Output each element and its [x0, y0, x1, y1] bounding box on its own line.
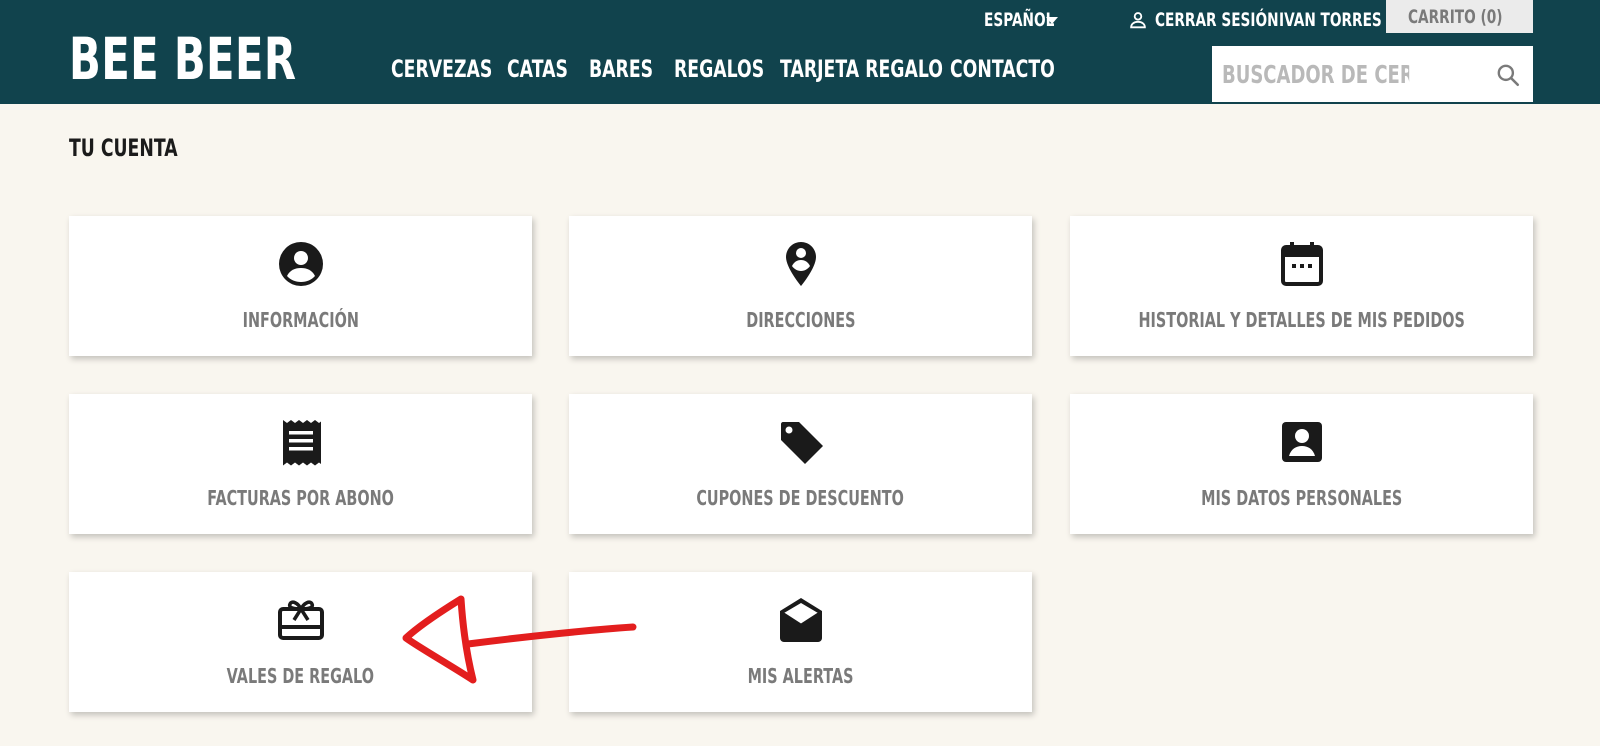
- nav-item-catas[interactable]: CATAS: [507, 55, 568, 83]
- nav-item-cervezas[interactable]: CERVEZAS: [391, 55, 492, 83]
- page-title: TU CUENTA: [69, 134, 178, 162]
- user-icon: [1130, 12, 1146, 29]
- card-label: VALES DE REGALO: [226, 664, 375, 688]
- card-historial-pedidos[interactable]: HISTORIAL Y DETALLES DE MIS PEDIDOS: [1070, 216, 1533, 356]
- card-mis-alertas[interactable]: MIS ALERTAS: [569, 572, 1032, 712]
- calendar-icon: [1280, 242, 1323, 286]
- search-box: [1212, 46, 1533, 102]
- main-nav: CERVEZAS CATAS BARES REGALOS TARJETA REG…: [391, 54, 1055, 84]
- card-informacion[interactable]: INFORMACIÓN: [69, 216, 532, 356]
- account-box-icon: [1281, 422, 1322, 462]
- card-label: CUPONES DE DESCUENTO: [696, 486, 905, 510]
- receipt-icon: [282, 420, 321, 466]
- language-selector[interactable]: ESPAÑOL: [984, 8, 1058, 32]
- account-circle-icon: [278, 242, 323, 286]
- card-label: MIS DATOS PERSONALES: [1200, 486, 1403, 510]
- search-icon[interactable]: [1495, 62, 1521, 88]
- card-label: FACTURAS POR ABONO: [207, 486, 394, 510]
- card-label: DIRECCIONES: [745, 308, 856, 332]
- cart-button[interactable]: CARRITO (0): [1386, 0, 1533, 33]
- tag-icon: [780, 422, 823, 464]
- card-cupones-descuento[interactable]: CUPONES DE DESCUENTO: [569, 394, 1032, 534]
- mail-open-icon: [779, 598, 822, 642]
- nav-item-regalos[interactable]: REGALOS: [674, 55, 764, 83]
- card-mis-datos-personales[interactable]: MIS DATOS PERSONALES: [1070, 394, 1533, 534]
- card-vales-regalo[interactable]: VALES DE REGALO: [69, 572, 532, 712]
- gift-card-icon: [277, 600, 324, 640]
- language-label: ESPAÑOL: [984, 9, 1055, 31]
- site-logo[interactable]: BEE BEER: [69, 30, 296, 88]
- cart-label: CARRITO (0): [1408, 5, 1503, 28]
- location-pin-icon: [785, 242, 816, 286]
- site-header: BEE BEER CERVEZAS CATAS BARES REGALOS TA…: [0, 0, 1600, 104]
- card-direcciones[interactable]: DIRECCIONES: [569, 216, 1032, 356]
- card-facturas-abono[interactable]: FACTURAS POR ABONO: [69, 394, 532, 534]
- logout-label: CERRAR SESIÓN: [1155, 9, 1279, 31]
- nav-item-tarjeta-regalo[interactable]: TARJETA REGALO: [780, 55, 943, 83]
- user-name: IVAN TORRES: [1279, 9, 1382, 31]
- nav-item-contacto[interactable]: CONTACTO: [950, 55, 1055, 83]
- card-label: HISTORIAL Y DETALLES DE MIS PEDIDOS: [1138, 308, 1465, 332]
- search-input[interactable]: [1222, 54, 1410, 94]
- nav-item-bares[interactable]: BARES: [589, 55, 653, 83]
- card-label: INFORMACIÓN: [242, 308, 359, 332]
- card-label: MIS ALERTAS: [747, 664, 854, 688]
